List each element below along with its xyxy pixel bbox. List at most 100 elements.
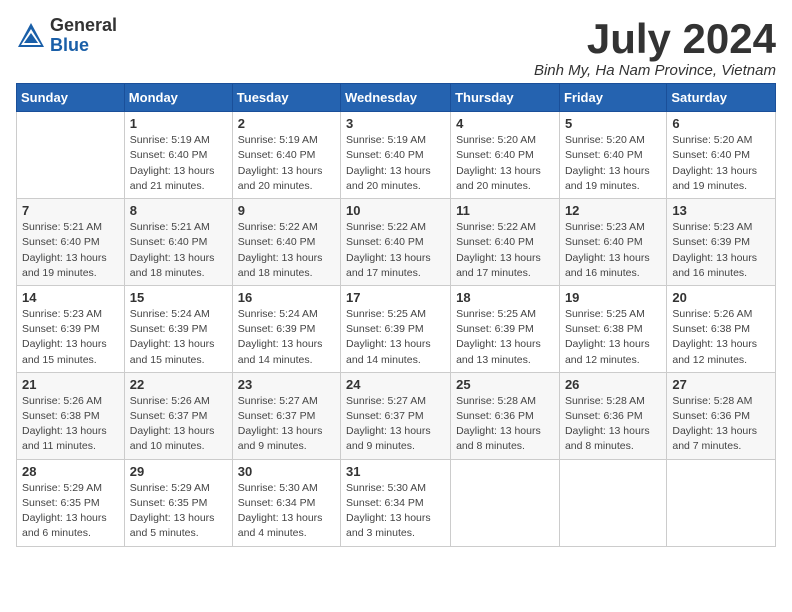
day-number: 15	[130, 290, 227, 305]
day-number: 10	[346, 203, 445, 218]
day-number: 8	[130, 203, 227, 218]
day-number: 30	[238, 464, 335, 479]
day-info: Sunrise: 5:26 AMSunset: 6:37 PMDaylight:…	[130, 394, 227, 455]
calendar-table: SundayMondayTuesdayWednesdayThursdayFrid…	[16, 83, 776, 546]
day-info: Sunrise: 5:24 AMSunset: 6:39 PMDaylight:…	[238, 307, 335, 368]
day-info: Sunrise: 5:22 AMSunset: 6:40 PMDaylight:…	[456, 220, 554, 281]
day-info: Sunrise: 5:23 AMSunset: 6:40 PMDaylight:…	[565, 220, 661, 281]
day-info: Sunrise: 5:28 AMSunset: 6:36 PMDaylight:…	[565, 394, 661, 455]
weekday-header: Wednesday	[341, 84, 451, 112]
day-info: Sunrise: 5:21 AMSunset: 6:40 PMDaylight:…	[22, 220, 119, 281]
day-number: 22	[130, 377, 227, 392]
day-number: 27	[672, 377, 770, 392]
calendar-cell: 30 Sunrise: 5:30 AMSunset: 6:34 PMDayligh…	[232, 459, 340, 546]
calendar-cell: 17 Sunrise: 5:25 AMSunset: 6:39 PMDayligh…	[341, 285, 451, 372]
calendar-cell	[559, 459, 666, 546]
calendar-cell: 9 Sunrise: 5:22 AMSunset: 6:40 PMDaylight…	[232, 199, 340, 286]
day-info: Sunrise: 5:27 AMSunset: 6:37 PMDaylight:…	[346, 394, 445, 455]
day-info: Sunrise: 5:25 AMSunset: 6:39 PMDaylight:…	[346, 307, 445, 368]
day-number: 6	[672, 116, 770, 131]
calendar-cell: 7 Sunrise: 5:21 AMSunset: 6:40 PMDaylight…	[17, 199, 125, 286]
day-number: 2	[238, 116, 335, 131]
day-info: Sunrise: 5:22 AMSunset: 6:40 PMDaylight:…	[346, 220, 445, 281]
day-info: Sunrise: 5:21 AMSunset: 6:40 PMDaylight:…	[130, 220, 227, 281]
calendar-header: SundayMondayTuesdayWednesdayThursdayFrid…	[17, 84, 776, 112]
day-number: 28	[22, 464, 119, 479]
day-number: 16	[238, 290, 335, 305]
day-info: Sunrise: 5:24 AMSunset: 6:39 PMDaylight:…	[130, 307, 227, 368]
calendar-cell: 16 Sunrise: 5:24 AMSunset: 6:39 PMDayligh…	[232, 285, 340, 372]
calendar-cell	[451, 459, 560, 546]
calendar-cell: 18 Sunrise: 5:25 AMSunset: 6:39 PMDayligh…	[451, 285, 560, 372]
day-info: Sunrise: 5:22 AMSunset: 6:40 PMDaylight:…	[238, 220, 335, 281]
day-number: 19	[565, 290, 661, 305]
day-info: Sunrise: 5:30 AMSunset: 6:34 PMDaylight:…	[238, 481, 335, 542]
weekday-header: Thursday	[451, 84, 560, 112]
day-number: 18	[456, 290, 554, 305]
calendar-cell: 4 Sunrise: 5:20 AMSunset: 6:40 PMDaylight…	[451, 112, 560, 199]
day-info: Sunrise: 5:30 AMSunset: 6:34 PMDaylight:…	[346, 481, 445, 542]
day-number: 1	[130, 116, 227, 131]
day-number: 3	[346, 116, 445, 131]
calendar-cell: 11 Sunrise: 5:22 AMSunset: 6:40 PMDayligh…	[451, 199, 560, 286]
calendar-cell: 22 Sunrise: 5:26 AMSunset: 6:37 PMDayligh…	[124, 372, 232, 459]
day-number: 12	[565, 203, 661, 218]
calendar-cell: 8 Sunrise: 5:21 AMSunset: 6:40 PMDaylight…	[124, 199, 232, 286]
location: Binh My, Ha Nam Province, Vietnam	[534, 62, 776, 79]
day-number: 14	[22, 290, 119, 305]
logo: General Blue	[16, 16, 117, 56]
day-info: Sunrise: 5:19 AMSunset: 6:40 PMDaylight:…	[130, 133, 227, 194]
day-info: Sunrise: 5:19 AMSunset: 6:40 PMDaylight:…	[238, 133, 335, 194]
calendar-week-row: 1 Sunrise: 5:19 AMSunset: 6:40 PMDaylight…	[17, 112, 776, 199]
day-info: Sunrise: 5:28 AMSunset: 6:36 PMDaylight:…	[456, 394, 554, 455]
calendar-cell: 29Sunrise: 5:29 AMSunset: 6:35 PMDayligh…	[124, 459, 232, 546]
day-number: 23	[238, 377, 335, 392]
day-info: Sunrise: 5:19 AMSunset: 6:40 PMDaylight:…	[346, 133, 445, 194]
calendar-cell: 12 Sunrise: 5:23 AMSunset: 6:40 PMDayligh…	[559, 199, 666, 286]
day-number: 24	[346, 377, 445, 392]
day-number: 9	[238, 203, 335, 218]
day-info: Sunrise: 5:27 AMSunset: 6:37 PMDaylight:…	[238, 394, 335, 455]
day-info: Sunrise: 5:29 AMSunset: 6:35 PMDaylight:…	[22, 481, 119, 542]
day-number: 25	[456, 377, 554, 392]
weekday-header: Friday	[559, 84, 666, 112]
day-info: Sunrise: 5:23 AMSunset: 6:39 PMDaylight:…	[22, 307, 119, 368]
day-number: 7	[22, 203, 119, 218]
day-number: 4	[456, 116, 554, 131]
calendar-week-row: 21Sunrise: 5:26 AMSunset: 6:38 PMDayligh…	[17, 372, 776, 459]
calendar-cell: 19Sunrise: 5:25 AMSunset: 6:38 PMDayligh…	[559, 285, 666, 372]
logo-icon	[16, 21, 46, 51]
day-number: 20	[672, 290, 770, 305]
day-info: Sunrise: 5:20 AMSunset: 6:40 PMDaylight:…	[672, 133, 770, 194]
day-number: 11	[456, 203, 554, 218]
weekday-header: Saturday	[667, 84, 776, 112]
calendar-cell: 15 Sunrise: 5:24 AMSunset: 6:39 PMDayligh…	[124, 285, 232, 372]
day-number: 17	[346, 290, 445, 305]
day-info: Sunrise: 5:28 AMSunset: 6:36 PMDaylight:…	[672, 394, 770, 455]
calendar-cell: 21Sunrise: 5:26 AMSunset: 6:38 PMDayligh…	[17, 372, 125, 459]
logo-text: General Blue	[50, 16, 117, 56]
day-info: Sunrise: 5:23 AMSunset: 6:39 PMDaylight:…	[672, 220, 770, 281]
calendar-cell: 13 Sunrise: 5:23 AMSunset: 6:39 PMDayligh…	[667, 199, 776, 286]
day-info: Sunrise: 5:20 AMSunset: 6:40 PMDaylight:…	[565, 133, 661, 194]
day-number: 29	[130, 464, 227, 479]
day-number: 21	[22, 377, 119, 392]
calendar-week-row: 14 Sunrise: 5:23 AMSunset: 6:39 PMDayligh…	[17, 285, 776, 372]
day-info: Sunrise: 5:20 AMSunset: 6:40 PMDaylight:…	[456, 133, 554, 194]
calendar-cell: 5 Sunrise: 5:20 AMSunset: 6:40 PMDaylight…	[559, 112, 666, 199]
day-info: Sunrise: 5:25 AMSunset: 6:39 PMDaylight:…	[456, 307, 554, 368]
page-header: General Blue July 2024 Binh My, Ha Nam P…	[16, 16, 776, 79]
weekday-header: Tuesday	[232, 84, 340, 112]
calendar-cell: 24 Sunrise: 5:27 AMSunset: 6:37 PMDayligh…	[341, 372, 451, 459]
day-number: 5	[565, 116, 661, 131]
title-area: July 2024 Binh My, Ha Nam Province, Viet…	[534, 16, 776, 79]
calendar-cell: 28 Sunrise: 5:29 AMSunset: 6:35 PMDayligh…	[17, 459, 125, 546]
month-title: July 2024	[534, 16, 776, 62]
day-info: Sunrise: 5:26 AMSunset: 6:38 PMDaylight:…	[672, 307, 770, 368]
calendar-cell	[17, 112, 125, 199]
calendar-cell: 10 Sunrise: 5:22 AMSunset: 6:40 PMDayligh…	[341, 199, 451, 286]
day-number: 13	[672, 203, 770, 218]
calendar-cell: 31Sunrise: 5:30 AMSunset: 6:34 PMDayligh…	[341, 459, 451, 546]
day-number: 26	[565, 377, 661, 392]
weekday-header: Sunday	[17, 84, 125, 112]
